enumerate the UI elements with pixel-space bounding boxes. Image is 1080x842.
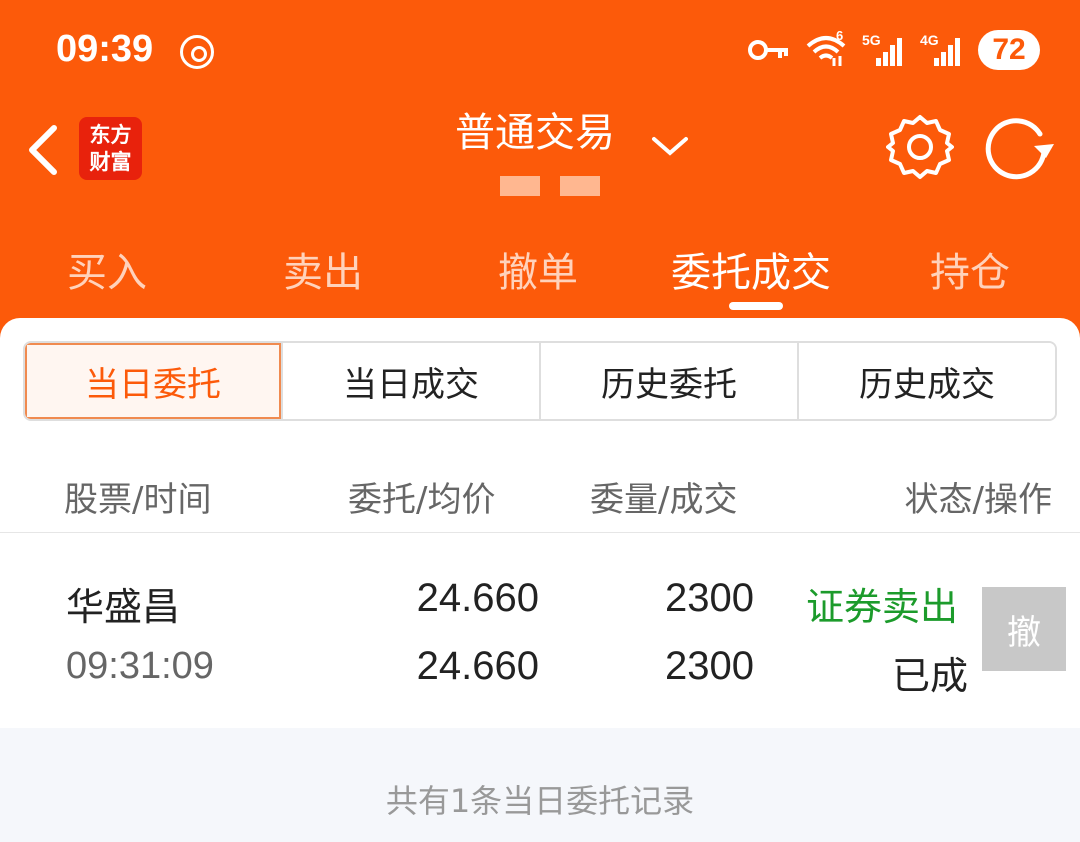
status-icons: 6 5G 4G 72 (748, 28, 1040, 72)
key-icon (748, 38, 790, 62)
tab-sell[interactable]: 卖出 (283, 240, 363, 298)
battery-indicator: 72 (978, 30, 1040, 70)
gear-icon[interactable] (886, 113, 954, 181)
net-label-1: 5G (862, 32, 881, 48)
avg-price: 24.660 (416, 644, 539, 688)
tab-cancel[interactable]: 撤单 (498, 240, 578, 298)
tab-buy[interactable]: 买入 (67, 240, 147, 298)
account-mask (500, 176, 540, 196)
location-icon (180, 35, 214, 69)
segment-control: 当日委托 当日成交 历史委托 历史成交 (23, 341, 1057, 421)
account-mask (560, 176, 600, 196)
signal-icon: 5G (862, 32, 906, 68)
status-time: 09:39 (56, 28, 154, 70)
logo-line-2: 财富 (89, 149, 132, 174)
signal-icon: 4G (920, 32, 964, 68)
net-label-2: 4G (920, 32, 939, 48)
refresh-icon[interactable] (982, 118, 1056, 180)
wifi-badge: 6 (836, 28, 844, 43)
tab-orders-trades[interactable]: 委托成交 (671, 240, 831, 298)
tab-positions[interactable]: 持仓 (930, 240, 1010, 298)
cancel-order-button[interactable]: 撤 (982, 587, 1066, 671)
segment-history-orders[interactable]: 历史委托 (539, 343, 797, 419)
orders-card: 当日委托 当日成交 历史委托 历史成交 股票/时间 委托/均价 委量/成交 状态… (0, 318, 1080, 728)
order-type: 证券卖出 (806, 585, 959, 629)
stock-name: 华盛昌 (66, 585, 181, 629)
app-header: 09:39 6 5G 4G 72 东方 财富 普通交易 买入 卖出 撤单 委托成… (0, 0, 1080, 340)
tab-indicator (729, 302, 783, 310)
segment-today-orders[interactable]: 当日委托 (25, 343, 281, 419)
filled-quantity: 2300 (665, 644, 754, 688)
order-quantity: 2300 (665, 576, 754, 620)
record-count-text: 共有1条当日委托记录 (385, 782, 695, 820)
order-time: 09:31:09 (66, 645, 214, 687)
column-header-quantity: 委量/成交 (590, 480, 738, 520)
wifi-icon: 6 (804, 28, 848, 68)
page-title[interactable]: 普通交易 (455, 100, 615, 158)
logo-line-1: 东方 (89, 122, 132, 147)
back-icon[interactable] (22, 122, 62, 178)
segment-today-trades[interactable]: 当日成交 (281, 343, 539, 419)
column-header-status: 状态/操作 (904, 480, 1052, 520)
segment-history-trades[interactable]: 历史成交 (797, 343, 1055, 419)
divider (0, 532, 1080, 533)
column-header-stock-time: 股票/时间 (64, 480, 212, 520)
app-logo: 东方 财富 (79, 117, 142, 180)
order-price: 24.660 (416, 576, 539, 620)
order-status: 已成 (891, 654, 968, 698)
chevron-down-icon[interactable] (650, 131, 690, 161)
column-header-price: 委托/均价 (348, 480, 496, 520)
